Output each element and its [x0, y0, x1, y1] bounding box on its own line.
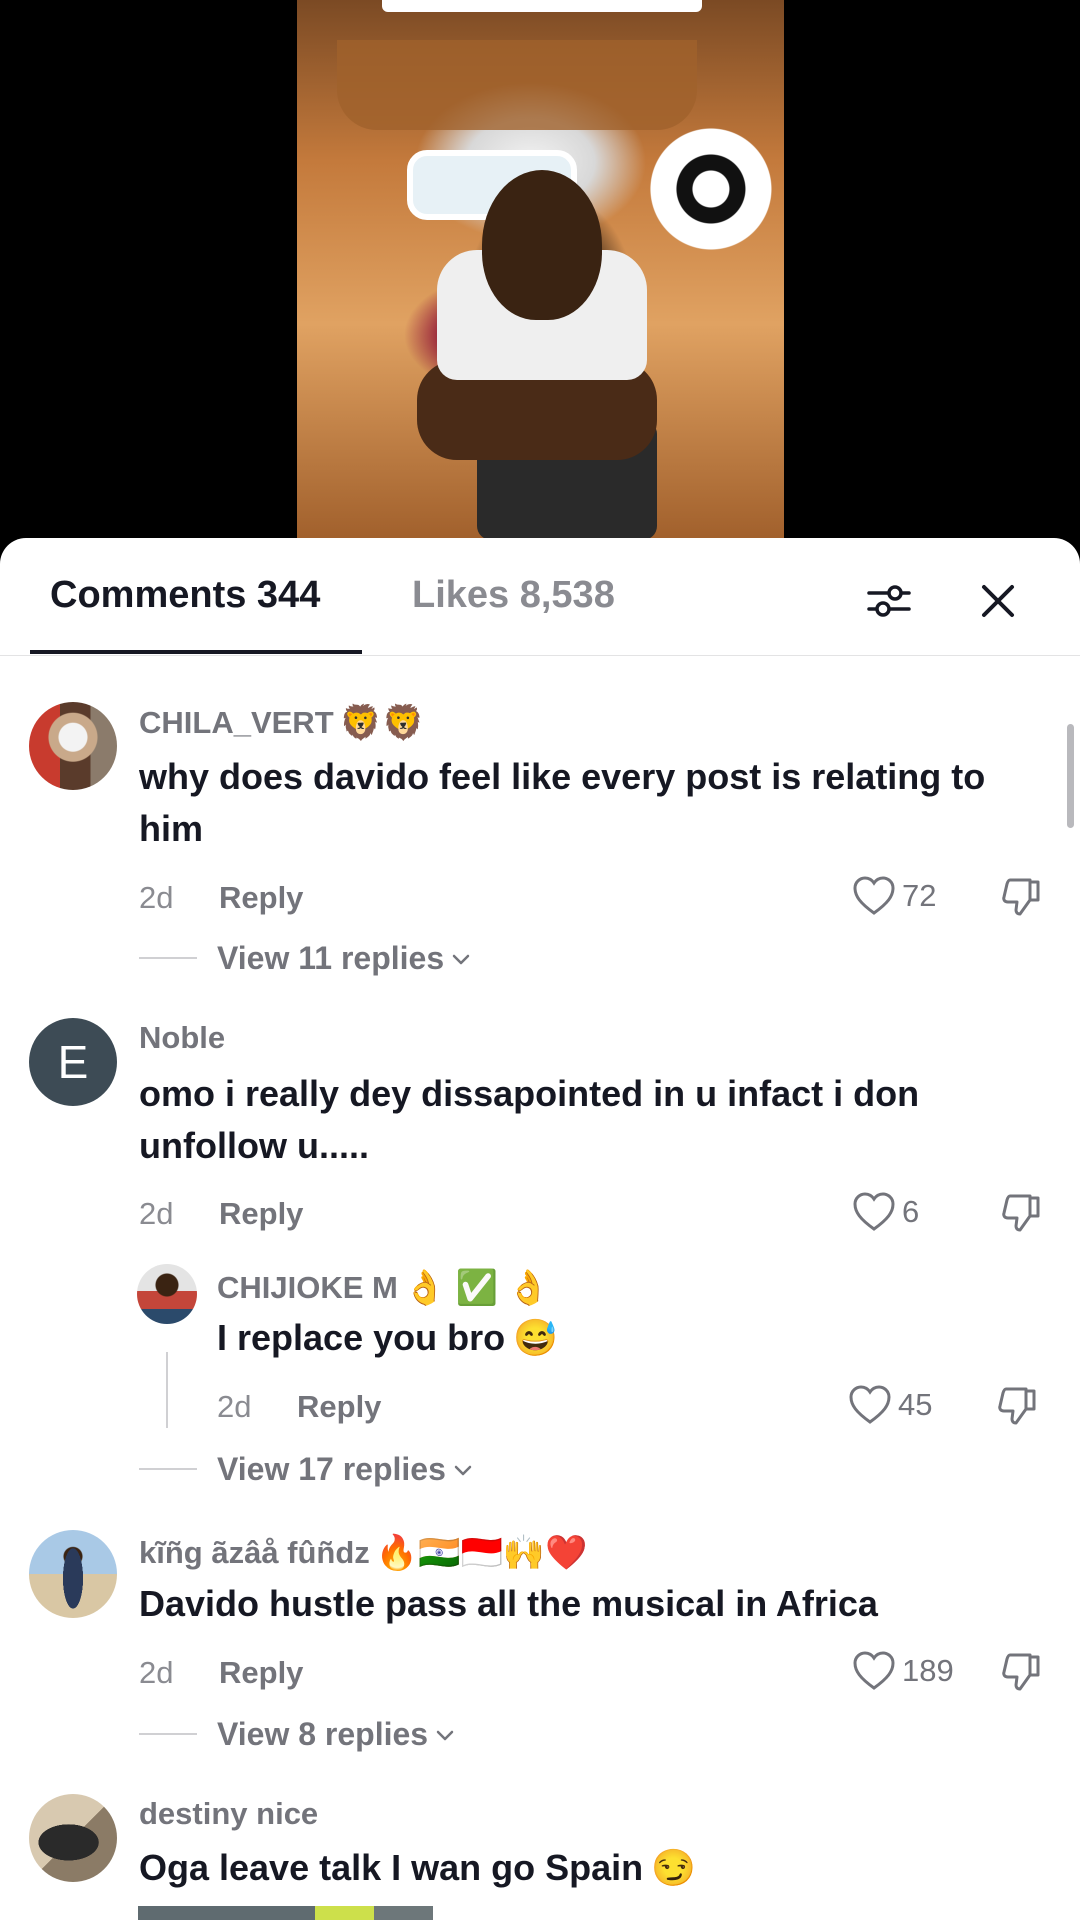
avatar[interactable] [29, 1530, 117, 1618]
chevron-down-icon [452, 954, 470, 964]
comment-username[interactable]: Noble [139, 1020, 225, 1056]
view-replies-divider [139, 957, 197, 959]
scrollbar[interactable] [1067, 724, 1074, 828]
username-text: destiny nice [139, 1796, 319, 1831]
comment-time: 2d [139, 1196, 174, 1231]
tab-likes[interactable]: Likes 8,538 [412, 574, 615, 617]
video-thumbnail[interactable] [297, 0, 784, 540]
avatar[interactable] [29, 702, 117, 790]
comment-media-thumbnail[interactable] [138, 1906, 433, 1920]
reply-avatar[interactable] [137, 1264, 197, 1324]
comment-text: Oga leave talk I wan go Spain [139, 1847, 644, 1888]
dislike-button[interactable] [1000, 1651, 1042, 1698]
view-replies-label: View 17 replies [217, 1451, 446, 1487]
username-text: CHILA_VERT [139, 705, 334, 740]
comment-time: 2d [139, 1655, 174, 1690]
like-button[interactable]: 72 [852, 876, 936, 916]
view-replies-divider [139, 1468, 197, 1470]
comment-username[interactable]: CHILA_VERT 🦁🦁 [139, 703, 424, 743]
video-player[interactable] [0, 0, 1080, 560]
comment-text-row: Oga leave talk I wan go Spain 😏 [139, 1842, 1039, 1894]
username-badge: 🔥🇮🇳🇮🇩🙌❤️ [375, 1534, 588, 1572]
comment-time: 2d [139, 880, 174, 915]
like-button[interactable]: 45 [848, 1385, 932, 1425]
heart-outline-icon [853, 1651, 895, 1690]
sliders-icon [867, 585, 911, 617]
thumbs-down-icon [998, 1387, 1036, 1425]
thumbs-down-icon [1002, 1653, 1040, 1691]
comment-text: omo i really dey dissapointed in u infac… [139, 1073, 920, 1166]
like-count: 45 [898, 1387, 933, 1422]
like-button[interactable]: 189 [852, 1651, 954, 1691]
reply-time: 2d [217, 1389, 252, 1424]
username-text: CHIJIOKE M [217, 1270, 398, 1305]
chevron-down-icon [454, 1465, 472, 1475]
username-text: kĩñg ãzâå fûñdz [139, 1535, 370, 1570]
view-replies-button[interactable]: View 11 replies [217, 940, 474, 977]
heart-outline-icon [853, 876, 895, 915]
view-replies-button[interactable]: View 8 replies [217, 1716, 458, 1753]
comment-text: why does davido feel like every post is … [139, 756, 986, 849]
active-tab-indicator [30, 650, 362, 654]
reply-button[interactable]: Reply [219, 1655, 303, 1691]
comment-text: Davido hustle pass all the musical in Af… [139, 1583, 878, 1624]
comment-username[interactable]: kĩñg ãzâå fûñdz 🔥🇮🇳🇮🇩🙌❤️ [139, 1533, 587, 1573]
username-badge: 🦁🦁 [339, 704, 425, 742]
avatar-letter: E [57, 1036, 89, 1088]
view-replies-divider [139, 1733, 197, 1735]
heart-outline-icon [849, 1385, 891, 1424]
thread-line [166, 1352, 168, 1428]
dislike-button[interactable] [1000, 876, 1042, 923]
heart-outline-icon [853, 1192, 895, 1231]
reply-button[interactable]: Reply [219, 880, 303, 916]
reply-text-row: I replace you bro 😅 [217, 1312, 1017, 1364]
close-icon [982, 585, 1014, 617]
filter-button[interactable] [864, 576, 914, 626]
dislike-button[interactable] [996, 1385, 1038, 1432]
tab-comments[interactable]: Comments 344 [50, 574, 320, 617]
username-badge: 👌 ✅ 👌 [403, 1269, 550, 1307]
thumbs-down-icon [1002, 878, 1040, 916]
comment-username[interactable]: destiny nice [139, 1796, 318, 1832]
chevron-down-icon [436, 1730, 454, 1740]
username-text: Noble [139, 1020, 226, 1055]
view-replies-label: View 11 replies [217, 940, 445, 976]
like-count: 6 [902, 1194, 920, 1229]
thumbs-down-icon [1002, 1194, 1040, 1232]
tabs-bar: Comments 344 Likes 8,538 [0, 538, 1080, 656]
avatar[interactable] [29, 1794, 117, 1882]
reply-username[interactable]: CHIJIOKE M 👌 ✅ 👌 [217, 1268, 550, 1308]
reply-text: I replace you bro [217, 1317, 506, 1358]
like-count: 189 [902, 1653, 954, 1688]
avatar[interactable]: E [29, 1018, 117, 1106]
like-count: 72 [902, 878, 937, 913]
view-replies-label: View 8 replies [217, 1716, 429, 1752]
reply-button[interactable]: Reply [219, 1196, 303, 1232]
view-replies-button[interactable]: View 17 replies [217, 1451, 476, 1488]
video-scene-cabinet [337, 40, 697, 130]
reply-emoji: 😅 [513, 1317, 558, 1358]
comment-emoji: 😏 [651, 1847, 696, 1888]
video-scene-person-head [482, 170, 602, 320]
dislike-button[interactable] [1000, 1192, 1042, 1239]
like-button[interactable]: 6 [852, 1192, 919, 1232]
video-caption-overlay [382, 0, 702, 12]
reply-button[interactable]: Reply [297, 1389, 381, 1425]
close-button[interactable] [973, 576, 1023, 626]
